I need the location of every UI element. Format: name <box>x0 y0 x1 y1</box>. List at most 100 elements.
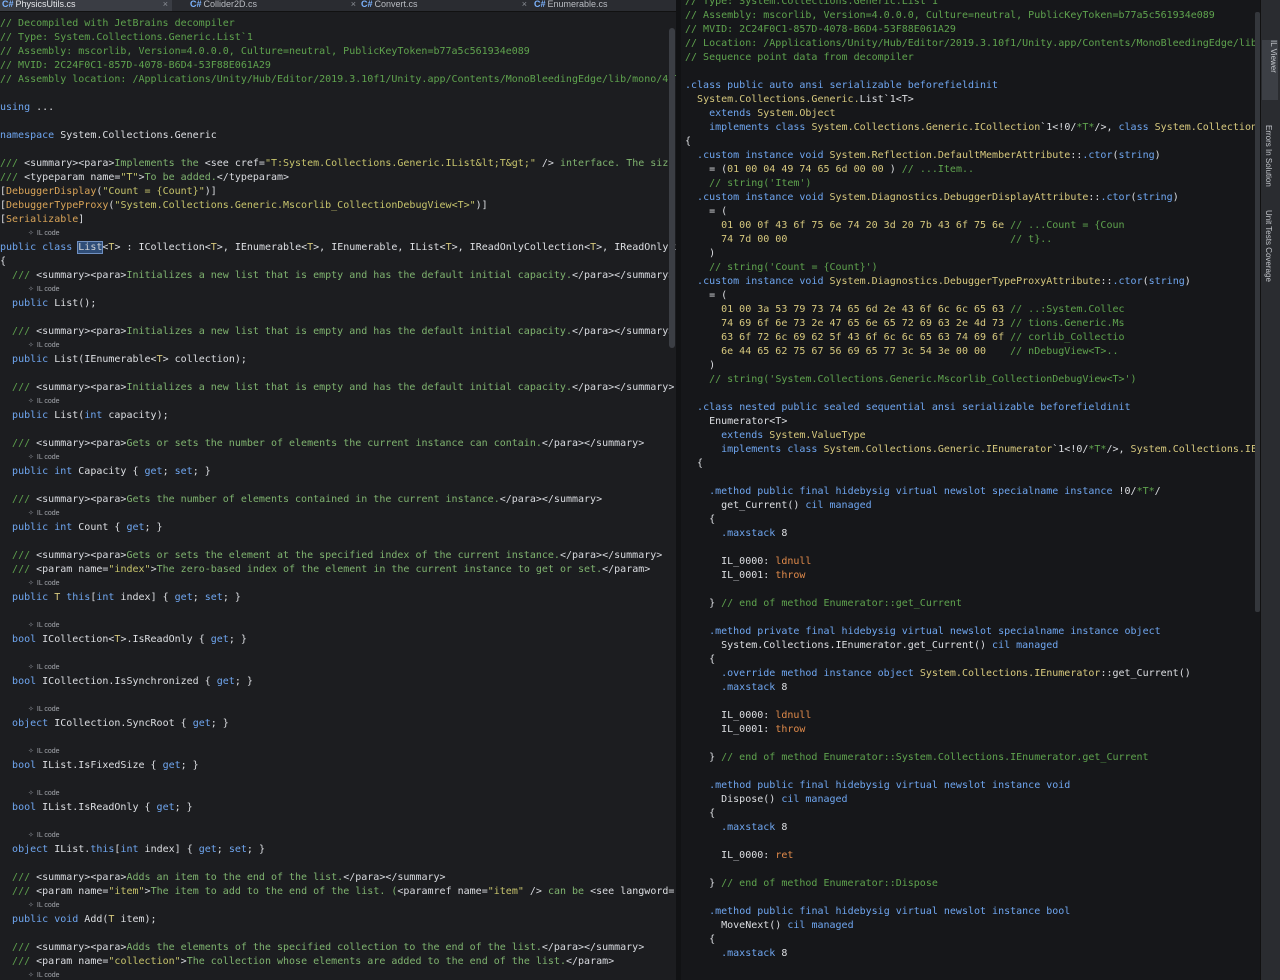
il-code-label: IL code <box>36 706 60 713</box>
code-token: cil managed <box>781 794 848 805</box>
code-token: "T:System.Collections.Generic.IList&lt;T… <box>264 158 536 169</box>
close-icon[interactable]: × <box>163 0 168 9</box>
csharp-file-icon: C# <box>361 0 373 9</box>
code-token: Gets the number of elements contained in… <box>126 494 500 505</box>
tab-enumerable-cs[interactable]: C#Enumerable.cs× <box>516 0 694 11</box>
source-scrollbar[interactable] <box>669 28 675 348</box>
code-token: ldnull <box>775 556 812 567</box>
tab-convert-cs[interactable]: C# Convert.cs × <box>343 0 531 11</box>
code-token: cil managed <box>805 500 872 511</box>
code-line: bool ICollection<T>.IsReadOnly { get; } <box>0 633 676 647</box>
tab-physicsutils-cs[interactable]: C# PhysicsUtils.cs × <box>0 0 172 11</box>
il-code-link[interactable]: ✧ IL code <box>28 283 676 297</box>
code-token: ; } <box>222 592 241 603</box>
code-token: "item" <box>487 886 524 897</box>
il-code-label: IL code <box>36 664 60 671</box>
code-token: } <box>685 752 722 763</box>
code-line: 01 00 0f 43 6f 75 6e 74 20 3d 20 7b 43 6… <box>685 219 1260 233</box>
code-token: int <box>84 410 109 421</box>
code-token: !0/ <box>1118 486 1137 497</box>
tool-tab-il-viewer[interactable]: IL Viewer <box>1262 40 1278 100</box>
code-token: </para></summary> <box>559 550 663 561</box>
code-token: <see <box>590 886 621 897</box>
code-token: cref= <box>234 158 265 169</box>
code-line: 74 69 6f 6e 73 2e 47 65 6e 65 72 69 63 2… <box>685 317 1260 331</box>
code-line: // Assembly: mscorlib, Version=4.0.0.0, … <box>0 45 676 59</box>
code-line: } // end of method Enumerator::Dispose <box>685 877 1260 891</box>
il-code-link[interactable]: ✧ IL code <box>28 577 676 591</box>
code-token: : <box>763 710 776 721</box>
code-token: </typeparam> <box>216 172 290 183</box>
code-line: object IList.this[int index] { get; set;… <box>0 843 676 857</box>
code-token: // corlib_Collectio <box>1010 332 1125 343</box>
code-token: Gets or sets the number of elements the … <box>126 438 542 449</box>
code-token: </para></summary> <box>343 872 446 883</box>
il-code-link[interactable]: ✧ IL code <box>28 227 676 241</box>
code-token: 74 69 6f 6e 73 2e 47 65 6e 65 72 69 63 2… <box>721 318 1005 329</box>
il-code-link[interactable]: ✧ IL code <box>28 899 676 913</box>
il-code-link[interactable]: ✧ IL code <box>28 829 676 843</box>
il-code-icon: ✧ <box>28 664 34 671</box>
tool-tab-unit-tests-coverage[interactable]: Unit Tests Coverage <box>1264 210 1273 282</box>
il-code-link[interactable]: ✧ IL code <box>28 661 676 675</box>
code-line: /// <param name="item">The item to add t… <box>0 885 676 899</box>
code-line: // Sequence point data from decompiler <box>685 51 1260 65</box>
code-token: using <box>0 102 37 113</box>
code-token: bool <box>12 760 43 771</box>
code-token: // end of method Enumerator::System.Coll… <box>721 752 1149 763</box>
code-token: :: <box>1088 192 1101 203</box>
decompiled-source-pane[interactable]: // Decompiled with JetBrains decompiler /… <box>0 12 676 980</box>
code-line: = (01 00 04 49 74 65 6d 00 00 ) // ...It… <box>685 163 1260 177</box>
il-code-link[interactable]: ✧ IL code <box>28 703 676 717</box>
il-code-link[interactable]: ✧ IL code <box>28 395 676 409</box>
code-token: IList.IsReadOnly { <box>42 802 157 813</box>
code-token: // ...Item.. <box>901 164 975 175</box>
il-code-link[interactable]: ✧ IL code <box>28 619 676 633</box>
il-code-link[interactable]: ✧ IL code <box>28 507 676 521</box>
il-code-icon: ✧ <box>28 454 34 461</box>
code-token: <summary><para> <box>36 494 127 505</box>
code-line: .override method instance object System.… <box>685 667 1260 681</box>
code-token: </param> <box>565 956 615 967</box>
code-token: /> <box>535 158 560 169</box>
il-code-link[interactable]: ✧ IL code <box>28 339 676 353</box>
code-token: get <box>126 522 145 533</box>
il-code-link[interactable]: ✧ IL code <box>28 451 676 465</box>
tool-tab-errors-in-solution[interactable]: Errors In Solution <box>1264 125 1273 187</box>
il-viewer-pane[interactable]: // Type: System.Collections.Generic.List… <box>681 0 1260 980</box>
code-token: </para></summary> <box>571 382 675 393</box>
code-token: List(IEnumerable< <box>54 354 157 365</box>
code-token: 8 <box>781 822 788 833</box>
code-token: ) <box>685 360 716 371</box>
code-token: index] { <box>144 844 199 855</box>
code-token: .maxstack <box>721 822 782 833</box>
il-code-link[interactable]: ✧ IL code <box>28 787 676 801</box>
code-token: />, <box>1106 444 1131 455</box>
code-line: IL_0001: throw <box>685 723 1260 737</box>
code-token: /// <box>12 270 37 281</box>
code-line: // MVID: 2C24F0C1-857D-4078-B6D4-53F88E0… <box>685 23 1260 37</box>
code-line: bool ICollection.IsSynchronized { get; } <box>0 675 676 689</box>
code-token: </param> <box>602 564 651 575</box>
tab-collider2d-cs[interactable]: C# Collider2D.cs × <box>172 0 360 11</box>
code-token: IL_0001 <box>685 570 764 581</box>
code-token: System.Collections.IEnumerator.get_Curre… <box>685 640 993 651</box>
code-token: // Decompiled with JetBrains decompiler <box>0 18 235 29</box>
code-token: public <box>12 410 55 421</box>
code-line: public List(IEnumerable<T> collection); <box>0 353 676 367</box>
code-token: set <box>174 466 193 477</box>
code-token: { <box>685 808 716 819</box>
code-line: ) <box>685 247 1260 261</box>
il-code-link[interactable]: ✧ IL code <box>28 745 676 759</box>
il-code-link[interactable]: ✧ IL code <box>28 969 676 980</box>
code-token: { <box>685 136 692 147</box>
code-token: IList. <box>54 844 91 855</box>
code-token: >, IEnumerable< <box>216 242 308 253</box>
code-line: System.Collections.Generic.List`1<T> <box>685 93 1260 107</box>
